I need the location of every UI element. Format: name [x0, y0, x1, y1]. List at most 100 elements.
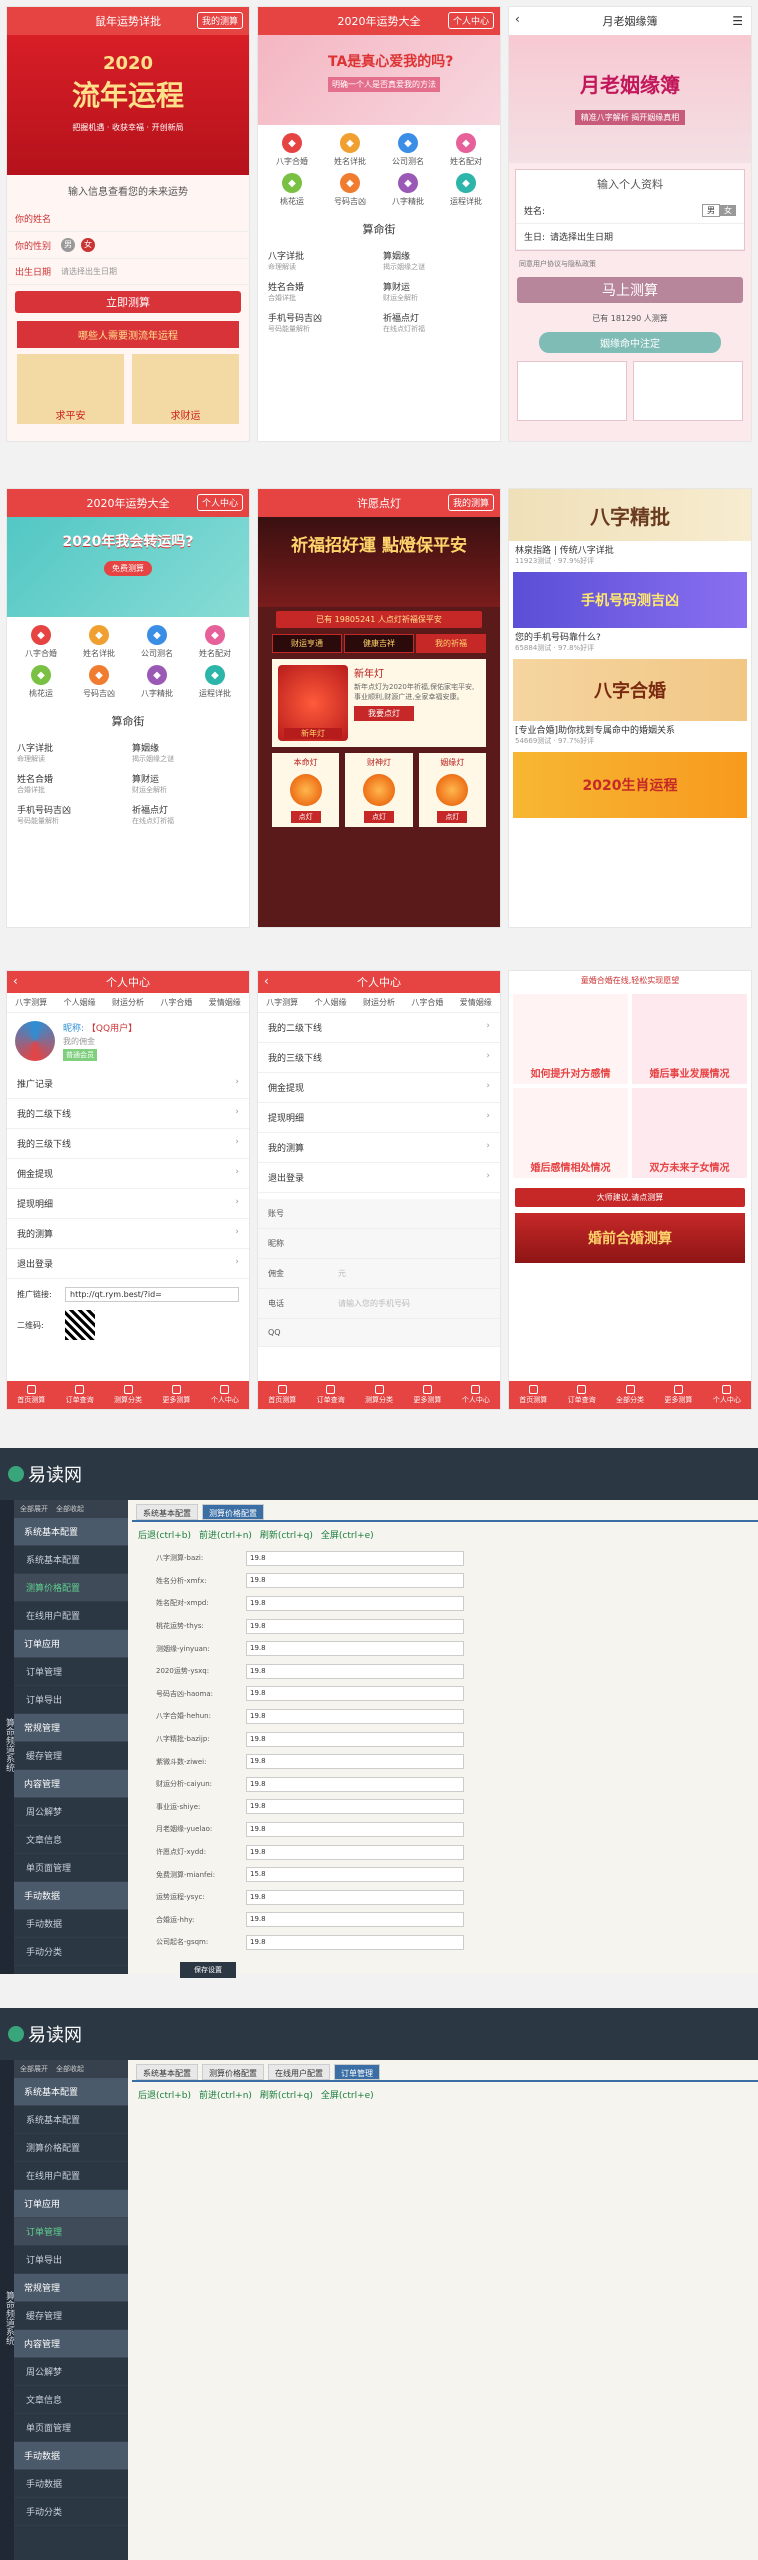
form-row[interactable]: 电话 请输入您的手机号码	[258, 1289, 500, 1319]
grid-item[interactable]: ◆ 姓名详批	[324, 133, 376, 167]
form-row[interactable]: 佣金 元	[258, 1259, 500, 1289]
news-item-3[interactable]: [专业合婚]助你找到专属命中的婚姻关系 54669测试 · 97.7%好评	[509, 721, 751, 752]
sub-tab[interactable]: 财运分析	[112, 997, 144, 1008]
tab-bar-item[interactable]: 个人中心	[201, 1381, 249, 1409]
sub-tab[interactable]: 八字合婚	[160, 997, 192, 1008]
lamp-card-button[interactable]: 点灯	[290, 811, 321, 823]
grid-item[interactable]: ◆ 运程详批	[440, 173, 492, 207]
toolbar-link[interactable]: 前进(ctrl+n)	[199, 2091, 252, 2101]
menu-item[interactable]: 佣金提现	[7, 1159, 249, 1189]
lamp-card-button[interactable]: 点灯	[363, 811, 394, 823]
tab-bar-item[interactable]: 首页测算	[258, 1381, 306, 1409]
price-input[interactable]: 19.8	[246, 1912, 464, 1928]
grid-item[interactable]: ◆ 运程详批	[189, 665, 241, 699]
tab-bar-item[interactable]: 首页测算	[509, 1381, 557, 1409]
promo-url[interactable]: http://qt.rym.best/?id=	[65, 1287, 239, 1302]
grid-item[interactable]: ◆ 八字合婚	[15, 625, 67, 659]
menu-item[interactable]: 单页面管理	[14, 2414, 128, 2442]
menu-item[interactable]: 文章信息	[14, 2386, 128, 2414]
light-lamp-button[interactable]: 我要点灯	[354, 706, 414, 721]
menu-item[interactable]: 周公解梦	[14, 1798, 128, 1826]
menu-item[interactable]: 单页面管理	[14, 1854, 128, 1882]
menu-item[interactable]: 缓存管理	[14, 2302, 128, 2330]
sub-tab[interactable]: 个人姻缘	[64, 997, 96, 1008]
menu-item[interactable]: 我的测算	[258, 1133, 500, 1163]
back-icon[interactable]: ‹	[13, 974, 18, 988]
menu-tool[interactable]: 全部收起	[56, 1504, 84, 1514]
menu-item[interactable]: 我的二级下线	[258, 1013, 500, 1043]
price-input[interactable]: 15.8	[246, 1867, 464, 1883]
grid-item[interactable]: ◆ 姓名详批	[73, 625, 125, 659]
tab-bar-item[interactable]: 全部分类	[606, 1381, 654, 1409]
grid-item[interactable]: ◆ 公司测名	[131, 625, 183, 659]
tab-bar-item[interactable]: 个人中心	[452, 1381, 500, 1409]
menu-item[interactable]: 测算价格配置	[14, 1574, 128, 1602]
grid-item[interactable]: ◆ 号码吉凶	[73, 665, 125, 699]
menu-item[interactable]: 我的三级下线	[7, 1129, 249, 1159]
illustration-cell[interactable]: 如何提升对方感情	[513, 994, 628, 1084]
service-item[interactable]: 手机号码吉凶 号码能量解析	[268, 311, 375, 334]
service-item[interactable]: 祈福点灯 在线点灯祈福	[132, 803, 239, 826]
tab-bar-item[interactable]: 测算分类	[104, 1381, 152, 1409]
menu-item[interactable]: 退出登录	[258, 1163, 500, 1193]
save-button[interactable]: 保存设置	[180, 1961, 236, 1978]
tab-bar-item[interactable]: 测算分类	[355, 1381, 403, 1409]
admin-tab[interactable]: 测算价格配置	[202, 2064, 264, 2080]
grid-item[interactable]: ◆ 八字精批	[382, 173, 434, 207]
price-input[interactable]: 19.8	[246, 1686, 464, 1702]
service-item[interactable]: 姓名合婚 合婚详批	[268, 280, 375, 303]
lamp-card[interactable]: 姻缘灯 点灯	[418, 753, 486, 827]
menu-item[interactable]: 我的二级下线	[7, 1099, 249, 1129]
menu-item[interactable]: 提现明细	[258, 1103, 500, 1133]
news-item-1[interactable]: 林泉指路 | 传统八字详批 11923测试 · 97.9%好评	[509, 541, 751, 572]
toolbar-link[interactable]: 后退(ctrl+b)	[138, 1531, 191, 1541]
agree-checkbox[interactable]: 同意用户协议与隐私政策	[509, 257, 751, 271]
service-item[interactable]: 八字详批 命理解读	[268, 249, 375, 272]
toolbar-link[interactable]: 刷新(ctrl+q)	[260, 1531, 313, 1541]
banner-button[interactable]: 免费测算	[104, 561, 152, 576]
sub-tab[interactable]: 八字测算	[15, 997, 47, 1008]
menu-group[interactable]: 订单应用	[14, 2190, 128, 2218]
menu-icon[interactable]: ☰	[732, 14, 743, 28]
price-input[interactable]: 19.8	[246, 1889, 464, 1905]
menu-tool[interactable]: 全部收起	[56, 2064, 84, 2074]
name-field[interactable]: 姓名: 男女	[516, 198, 744, 224]
price-input[interactable]: 19.8	[246, 1776, 464, 1792]
admin-tab[interactable]: 系统基本配置	[136, 1504, 198, 1520]
menu-item[interactable]: 订单导出	[14, 2246, 128, 2274]
tab-bar-item[interactable]: 更多测算	[152, 1381, 200, 1409]
sub-tab[interactable]: 个人姻缘	[315, 997, 347, 1008]
form-row[interactable]: 账号	[258, 1199, 500, 1229]
name-field[interactable]: 你的姓名	[7, 206, 249, 232]
price-input[interactable]: 19.8	[246, 1595, 464, 1611]
price-input[interactable]: 19.8	[246, 1663, 464, 1679]
menu-item[interactable]: 手动数据	[14, 1910, 128, 1938]
menu-item[interactable]: 在线用户配置	[14, 2162, 128, 2190]
tab-bar-item[interactable]: 更多测算	[654, 1381, 702, 1409]
grid-item[interactable]: ◆ 姓名配对	[440, 133, 492, 167]
price-input[interactable]: 19.8	[246, 1754, 464, 1770]
banner-phone[interactable]: 手机号码测吉凶	[513, 572, 747, 628]
menu-item[interactable]: 订单管理	[14, 1658, 128, 1686]
menu-item[interactable]: 提现明细	[7, 1189, 249, 1219]
menu-item[interactable]: 手动分类	[14, 1938, 128, 1966]
price-input[interactable]: 19.8	[246, 1573, 464, 1589]
service-item[interactable]: 算姻缘 揭示姻缘之谜	[132, 741, 239, 764]
male-radio[interactable]: 男	[61, 238, 75, 252]
tab-bar-item[interactable]: 首页测算	[7, 1381, 55, 1409]
my-test-button[interactable]: 我的测算	[447, 494, 494, 511]
admin-tab[interactable]: 订单管理	[334, 2064, 380, 2080]
form-row[interactable]: 昵称	[258, 1229, 500, 1259]
submit-button[interactable]: 立即测算	[15, 291, 241, 313]
menu-group[interactable]: 订单应用	[14, 1630, 128, 1658]
admin-tab[interactable]: 测算价格配置	[202, 1504, 264, 1520]
menu-item[interactable]: 订单导出	[14, 1686, 128, 1714]
illustration-cell[interactable]: 婚后事业发展情况	[632, 994, 747, 1084]
lamp-tab[interactable]: 财运亨通	[272, 634, 342, 653]
illustration-cell[interactable]: 双方未来子女情况	[632, 1088, 747, 1178]
menu-group[interactable]: 内容管理	[14, 2330, 128, 2358]
menu-group[interactable]: 系统基本配置	[14, 2078, 128, 2106]
admin-tab[interactable]: 系统基本配置	[136, 2064, 198, 2080]
service-item[interactable]: 姓名合婚 合婚详批	[17, 772, 124, 795]
menu-group[interactable]: 系统基本配置	[14, 1518, 128, 1546]
